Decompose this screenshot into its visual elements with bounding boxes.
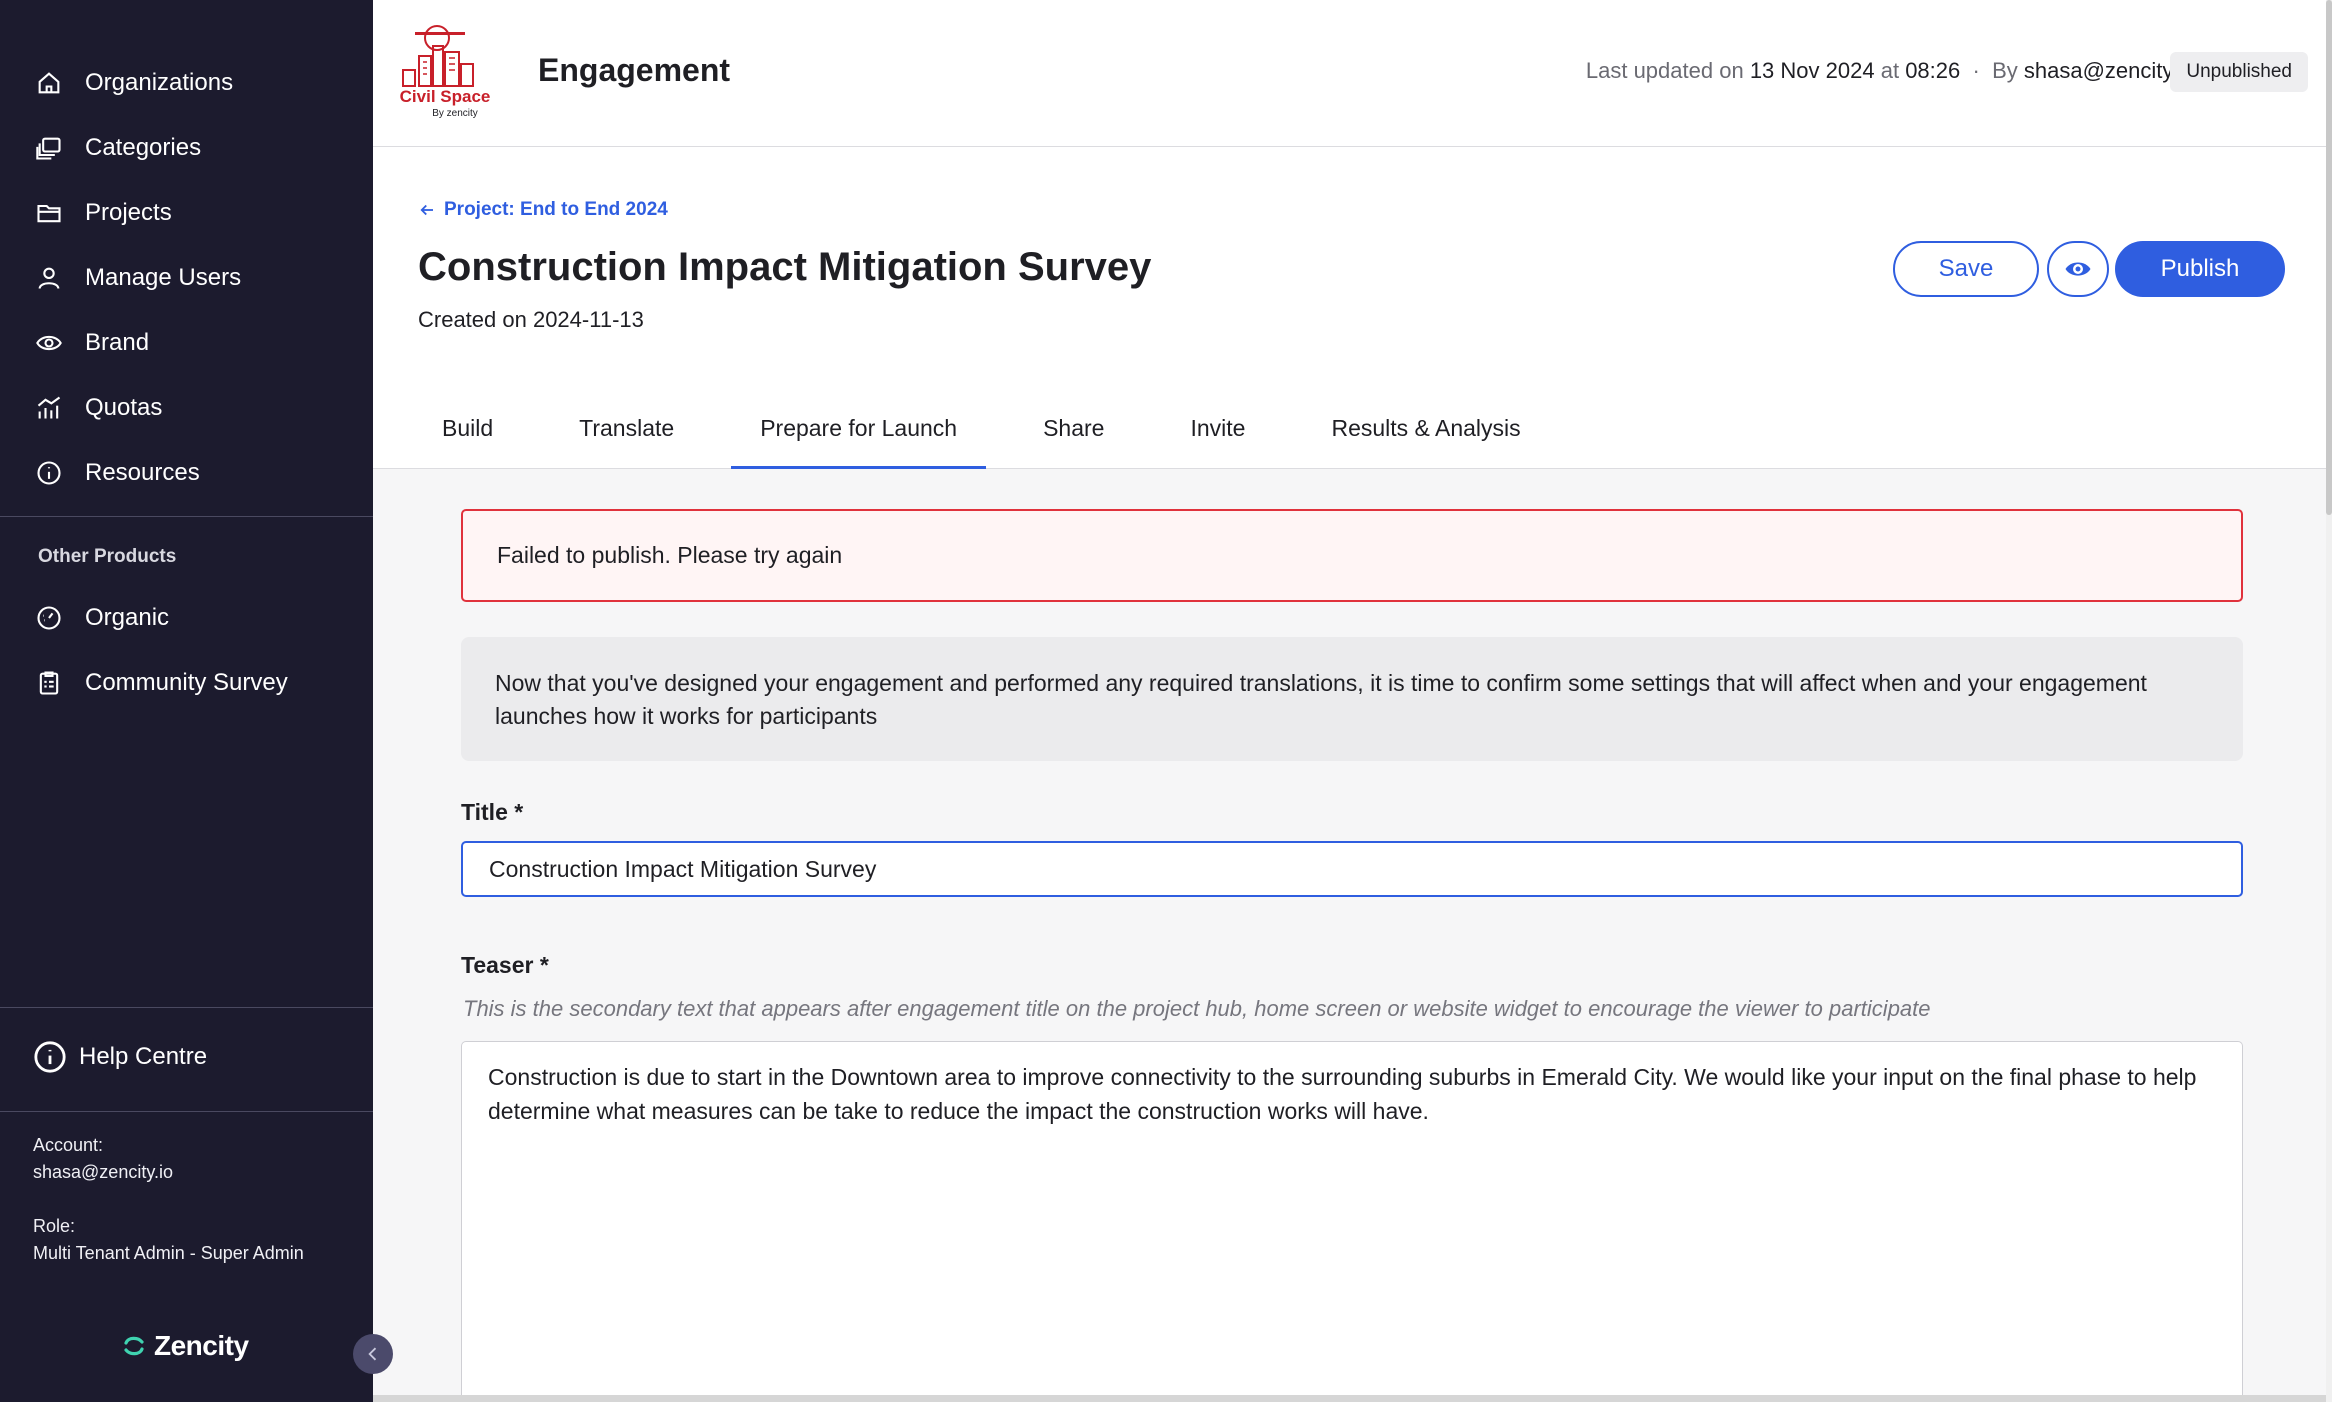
home-icon <box>33 67 65 99</box>
publish-button[interactable]: Publish <box>2115 241 2285 297</box>
created-date: Created on 2024-11-13 <box>418 307 644 332</box>
sidebar-item-label: Manage Users <box>85 263 242 291</box>
sidebar-divider <box>0 1007 373 1008</box>
sidebar: Organizations Categories Projects Manage… <box>0 0 373 1402</box>
sidebar-item-label: Quotas <box>85 393 163 421</box>
app-title: Engagement <box>538 52 731 88</box>
horizontal-scrollbar[interactable] <box>373 1395 2326 1402</box>
sidebar-item-organic[interactable]: Organic <box>0 585 373 650</box>
zencity-wordmark: Zencity <box>154 1330 249 1361</box>
tab-prepare-for-launch[interactable]: Prepare for Launch <box>731 387 986 469</box>
help-centre-link[interactable]: Help Centre <box>33 1040 207 1074</box>
sidebar-item-label: Organic <box>85 603 170 631</box>
help-centre-label: Help Centre <box>79 1043 208 1070</box>
last-updated-user: shasa@zencity.io <box>2023 58 2195 83</box>
engagement-tabs: Build Translate Prepare for Launch Share… <box>413 387 1578 469</box>
app-header: Civil Space By zencity Engagement Last u… <box>373 0 2332 147</box>
eye-icon <box>33 327 65 359</box>
chevron-left-icon <box>368 1347 377 1361</box>
gauge-icon <box>33 602 65 634</box>
arrow-left-icon <box>420 204 433 216</box>
publish-error-alert: Failed to publish. Please try again <box>461 509 2243 602</box>
page-title: Construction Impact Mitigation Survey <box>418 245 1152 289</box>
zencity-mark-icon <box>124 1336 144 1356</box>
other-products-nav: Organic Community Survey <box>0 585 373 715</box>
engagement-header-panel: Project: End to End 2024 Construction Im… <box>373 147 2332 469</box>
tab-invite[interactable]: Invite <box>1161 387 1274 469</box>
sidebar-item-resources[interactable]: Resources <box>0 440 373 505</box>
sidebar-item-label: Community Survey <box>85 668 288 696</box>
sidebar-item-label: Organizations <box>85 68 234 96</box>
sidebar-nav: Organizations Categories Projects Manage… <box>0 50 373 505</box>
stack-icon <box>33 132 65 164</box>
back-to-project-link[interactable]: Project: End to End 2024 <box>418 199 668 221</box>
zencity-logo: Zencity <box>122 1330 249 1362</box>
sidebar-item-community-survey[interactable]: Community Survey <box>0 650 373 715</box>
user-icon <box>33 262 65 294</box>
title-input[interactable] <box>461 841 2243 897</box>
sidebar-divider <box>0 1111 373 1112</box>
role-value: Multi Tenant Admin - Super Admin <box>33 1243 304 1263</box>
teaser-textarea[interactable]: Construction is due to start in the Down… <box>461 1041 2243 1402</box>
save-button[interactable]: Save <box>1893 241 2039 297</box>
sidebar-item-label: Projects <box>85 198 172 226</box>
sidebar-item-label: Brand <box>85 328 150 356</box>
title-label: Title * <box>461 799 524 825</box>
collapse-sidebar-button[interactable] <box>353 1334 393 1374</box>
logo-subtext: By zencity <box>432 108 478 119</box>
account-label: Account: <box>33 1135 104 1155</box>
info-circle-icon <box>33 1040 67 1074</box>
tab-build[interactable]: Build <box>413 387 522 469</box>
clipboard-icon <box>33 667 65 699</box>
last-updated-time: 08:26 <box>1905 58 1961 83</box>
chart-icon <box>33 392 65 424</box>
info-icon <box>33 457 65 489</box>
launch-info-box: Now that you've designed your engagement… <box>461 637 2243 761</box>
role-label: Role: <box>33 1216 76 1236</box>
sidebar-item-projects[interactable]: Projects <box>0 180 373 245</box>
logo-text: Civil Space <box>400 87 491 106</box>
vertical-scrollbar-thumb[interactable] <box>2326 0 2332 515</box>
account-email: shasa@zencity.io <box>33 1162 174 1182</box>
status-badge: Unpublished <box>2170 52 2308 92</box>
last-updated-at: at <box>1880 58 1900 83</box>
teaser-label: Teaser * <box>461 952 549 978</box>
tab-share[interactable]: Share <box>1014 387 1133 469</box>
sidebar-item-label: Resources <box>85 458 200 486</box>
last-updated-prefix: Last updated on <box>1585 58 1744 83</box>
sidebar-divider <box>0 516 373 517</box>
civil-space-logo: Civil Space By zencity <box>400 25 491 119</box>
last-updated-by: By <box>1992 58 2018 83</box>
account-info: Account: shasa@zencity.io Role: Multi Te… <box>33 1132 304 1267</box>
eye-icon <box>2065 262 2091 276</box>
sidebar-item-categories[interactable]: Categories <box>0 115 373 180</box>
other-products-heading: Other Products <box>38 546 177 567</box>
tab-translate[interactable]: Translate <box>550 387 703 469</box>
preview-button[interactable] <box>2047 241 2109 297</box>
last-updated-meta: Last updated on 13 Nov 2024 at 08:26 · B… <box>1585 58 2195 83</box>
sidebar-item-label: Categories <box>85 133 202 161</box>
teaser-hint: This is the secondary text that appears … <box>463 996 1931 1021</box>
back-link-label: Project: End to End 2024 <box>444 199 668 220</box>
sidebar-item-manage-users[interactable]: Manage Users <box>0 245 373 310</box>
tab-results-analysis[interactable]: Results & Analysis <box>1302 387 1549 469</box>
sidebar-item-organizations[interactable]: Organizations <box>0 50 373 115</box>
last-updated-date: 13 Nov 2024 <box>1749 58 1875 83</box>
sidebar-item-quotas[interactable]: Quotas <box>0 375 373 440</box>
sidebar-item-brand[interactable]: Brand <box>0 310 373 375</box>
folder-icon <box>33 197 65 229</box>
